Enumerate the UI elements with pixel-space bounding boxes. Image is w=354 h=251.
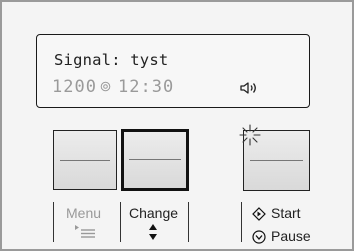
sparkle-icon <box>239 124 261 146</box>
up-down-arrows-icon <box>149 224 157 240</box>
time-readout: 12:30 <box>118 77 175 97</box>
control-panel: Signal: tyst 1200 12:30 Menu Change Star… <box>0 0 354 251</box>
pause-icon <box>252 230 266 244</box>
display-message: Signal: tyst <box>54 51 169 69</box>
spin-speed-readout: 1200 <box>52 77 97 97</box>
separator <box>53 202 54 242</box>
lcd-display: Signal: tyst 1200 12:30 <box>36 34 310 108</box>
change-label: Change <box>129 205 179 221</box>
menu-list-icon <box>75 225 95 238</box>
separator <box>241 202 242 242</box>
rpm-icon <box>100 81 111 92</box>
speaker-icon <box>240 82 256 94</box>
separator <box>188 202 189 242</box>
pause-label: Pause <box>271 228 311 244</box>
start-pause-button[interactable] <box>239 124 310 191</box>
menu-button[interactable] <box>53 130 117 190</box>
start-diamond-icon <box>252 207 266 221</box>
separator <box>120 202 121 242</box>
change-button[interactable] <box>121 129 189 191</box>
start-label: Start <box>271 205 301 221</box>
menu-label: Menu <box>66 205 102 221</box>
